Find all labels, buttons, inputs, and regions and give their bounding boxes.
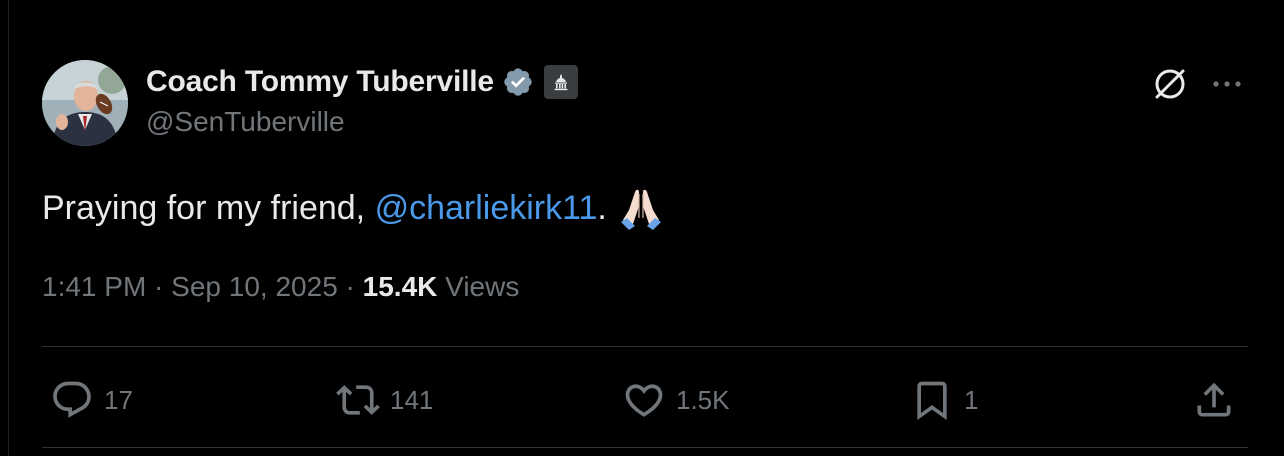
like-button[interactable]: 1.5K xyxy=(622,376,730,424)
author-name-row: Coach Tommy Tuberville xyxy=(146,62,578,102)
avatar[interactable] xyxy=(42,60,128,146)
tweet-text-before: Praying for my friend, xyxy=(42,188,375,227)
repost-icon xyxy=(336,378,380,422)
bookmark-icon xyxy=(910,378,954,422)
grok-icon[interactable] xyxy=(1150,64,1190,104)
tweet-meta: 1:41 PM · Sep 10, 2025 · 15.4K Views xyxy=(42,271,519,303)
tweet-date[interactable]: Sep 10, 2025 xyxy=(171,271,338,302)
reply-count: 17 xyxy=(104,384,133,415)
left-border xyxy=(8,0,9,456)
verified-check-icon[interactable] xyxy=(502,66,534,98)
repost-button[interactable]: 141 xyxy=(336,376,433,424)
reply-button[interactable]: 17 xyxy=(50,376,133,424)
divider xyxy=(42,346,1248,347)
government-building-icon[interactable] xyxy=(543,65,578,99)
divider xyxy=(42,447,1248,448)
meta-separator: · xyxy=(146,271,172,302)
like-count: 1.5K xyxy=(676,384,730,415)
share-button[interactable] xyxy=(1192,376,1236,424)
author-handle[interactable]: @SenTuberville xyxy=(146,106,345,138)
reply-icon xyxy=(50,378,94,422)
views-count[interactable]: 15.4K xyxy=(363,271,438,302)
repost-count: 141 xyxy=(390,384,434,415)
folded-hands-emoji-icon xyxy=(617,184,665,232)
bookmark-count: 1 xyxy=(964,384,979,415)
meta-separator: · xyxy=(337,271,363,302)
like-icon xyxy=(622,378,666,422)
bookmark-button[interactable]: 1 xyxy=(910,376,978,424)
avatar-photo xyxy=(42,60,128,146)
views-label: Views xyxy=(437,271,520,302)
share-icon xyxy=(1192,378,1236,422)
tweet-time[interactable]: 1:41 PM xyxy=(42,271,146,302)
author-display-name[interactable]: Coach Tommy Tuberville xyxy=(146,65,494,99)
tweet-text-after: . xyxy=(597,188,607,227)
mention-link[interactable]: @charliekirk11 xyxy=(375,189,598,228)
tweet-text: Praying for my friend, @charliekirk11 . xyxy=(42,184,665,232)
more-icon[interactable] xyxy=(1207,64,1247,104)
